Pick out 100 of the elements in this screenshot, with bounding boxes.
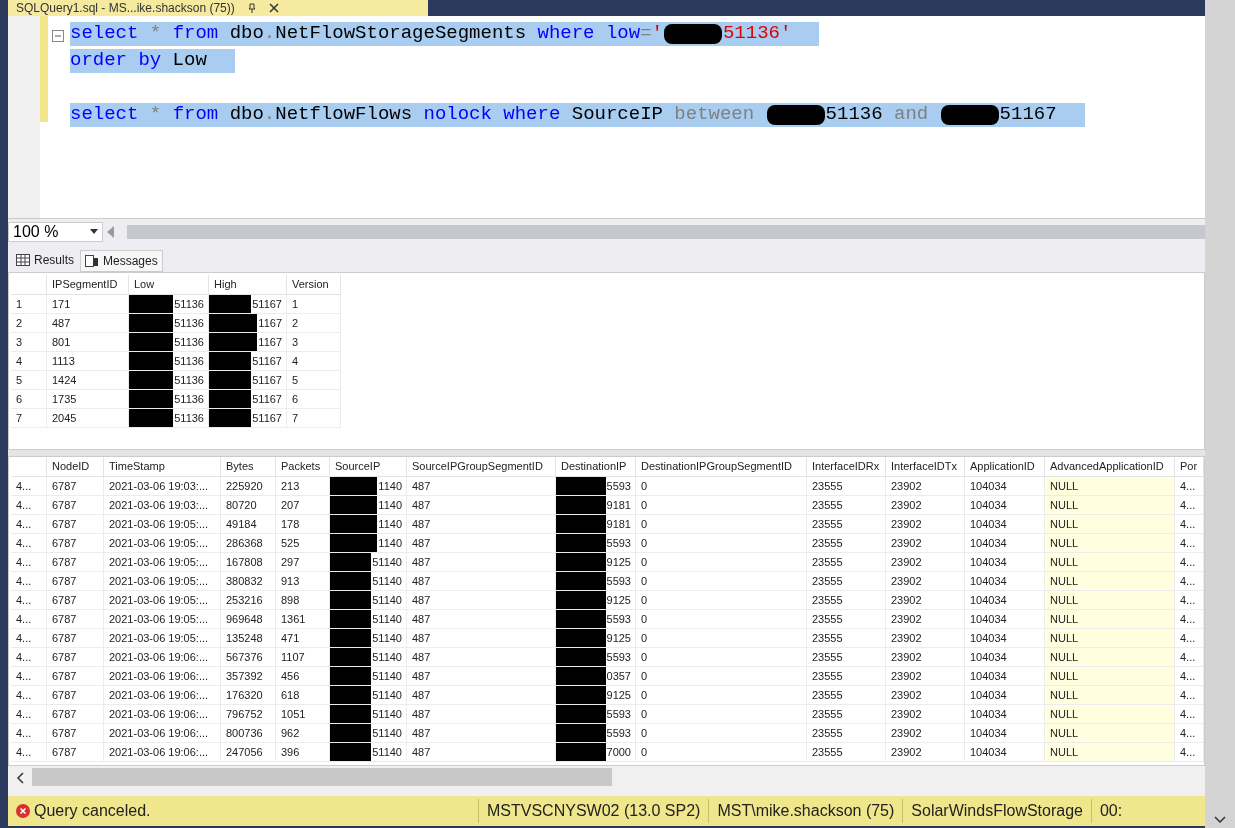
table-cell-text: 51140 bbox=[372, 649, 402, 665]
table-cell-text: 487 bbox=[412, 573, 431, 589]
table-cell-text: 6787 bbox=[52, 706, 77, 722]
close-icon[interactable] bbox=[268, 3, 279, 13]
table-cell-text: 4... bbox=[1180, 668, 1196, 684]
column-header[interactable]: InterfaceIDRx bbox=[807, 457, 886, 477]
table-cell-text: 1140 bbox=[378, 497, 402, 513]
table-cell-text: 487 bbox=[412, 592, 431, 608]
table-cell-text: 487 bbox=[412, 497, 431, 513]
table-cell-text: 225920 bbox=[226, 478, 263, 494]
table-cell-text: 487 bbox=[412, 516, 431, 532]
table-cell-text: 1140 bbox=[378, 516, 402, 532]
row-number: 6 bbox=[16, 391, 23, 407]
table-cell-text: 9181 bbox=[606, 516, 631, 532]
table-cell-text: 6787 bbox=[52, 497, 77, 513]
pin-icon[interactable] bbox=[246, 3, 257, 13]
scroll-left-icon[interactable] bbox=[16, 772, 24, 784]
table-cell-text: 135248 bbox=[226, 630, 263, 646]
table-cell-text: 6787 bbox=[52, 573, 77, 589]
code-token: Low bbox=[171, 48, 207, 74]
table-cell-text: 4... bbox=[1180, 706, 1196, 722]
chevron-down-icon[interactable] bbox=[1214, 816, 1226, 824]
row-number: 4... bbox=[16, 630, 32, 646]
column-header[interactable]: NodeID bbox=[47, 457, 104, 477]
collapse-icon[interactable] bbox=[52, 30, 64, 42]
table-cell-text: 1424 bbox=[52, 372, 77, 388]
table-cell-text: 51167 bbox=[252, 410, 282, 426]
table-cell-text: 23902 bbox=[891, 668, 922, 684]
row-number: 4... bbox=[16, 649, 32, 665]
table-cell-text: 0 bbox=[641, 554, 648, 570]
table-cell-text: 171 bbox=[52, 296, 71, 312]
row-number: 3 bbox=[16, 334, 23, 350]
table-cell-text: 0 bbox=[641, 668, 648, 684]
column-header[interactable]: Bytes bbox=[221, 457, 276, 477]
table-cell-text: 80720 bbox=[226, 497, 257, 513]
table-cell-text: 51167 bbox=[252, 391, 282, 407]
redaction-mark bbox=[209, 390, 252, 408]
column-header[interactable]: DestinationIPGroupSegmentID bbox=[636, 457, 807, 477]
code-token: ' bbox=[651, 21, 663, 47]
table-cell-text: 51140 bbox=[372, 687, 402, 703]
column-header[interactable]: IPSegmentID bbox=[47, 275, 129, 295]
redaction-mark bbox=[766, 104, 825, 125]
table-cell-text: NULL bbox=[1050, 573, 1079, 589]
table-cell-text: 23902 bbox=[891, 725, 922, 741]
row-number: 5 bbox=[16, 372, 23, 388]
table-cell-text: 913 bbox=[281, 573, 300, 589]
table-cell-text: NULL bbox=[1050, 516, 1079, 532]
table-cell-text: 4... bbox=[1180, 497, 1196, 513]
scrollbar-thumb[interactable] bbox=[32, 768, 612, 786]
row-number: 4... bbox=[16, 744, 32, 760]
table-cell-text: 9181 bbox=[606, 497, 631, 513]
row-number: 4... bbox=[16, 573, 32, 589]
redaction-mark bbox=[556, 496, 606, 514]
error-icon bbox=[16, 804, 30, 818]
table-cell-text: 51136 bbox=[174, 353, 204, 369]
code-editor[interactable]: select * from dbo.NetFlowStorageSegments where low=' 51136' order by Low select * from dbo.NetflowFlows nolock where SourceIP between 51136 and 51167 bbox=[8, 16, 1205, 218]
table-cell-text: 487 bbox=[412, 725, 431, 741]
table-cell-text: 23902 bbox=[891, 497, 922, 513]
results-tab[interactable]: Messages bbox=[80, 250, 163, 272]
table-cell-text: NULL bbox=[1050, 611, 1079, 627]
table-cell-text: 618 bbox=[281, 687, 300, 703]
column-header[interactable]: SourceIPGroupSegmentID bbox=[407, 457, 556, 477]
table-cell-text: 487 bbox=[412, 649, 431, 665]
table-cell-text: 104034 bbox=[970, 744, 1007, 760]
table-cell-text: NULL bbox=[1050, 744, 1079, 760]
row-number: 4... bbox=[16, 478, 32, 494]
code-token: . bbox=[263, 21, 276, 47]
column-header[interactable]: ApplicationID bbox=[965, 457, 1045, 477]
table-cell-text: 0 bbox=[641, 611, 648, 627]
table-cell-text: 2021-03-06 19:06:... bbox=[109, 668, 209, 684]
table-cell-text: 525 bbox=[281, 535, 300, 551]
table-cell-text: 456 bbox=[281, 668, 300, 684]
table-cell-text: 4... bbox=[1180, 649, 1196, 665]
table-cell-text: 0357 bbox=[606, 668, 631, 684]
table-cell-text: 247056 bbox=[226, 744, 263, 760]
redaction-mark bbox=[129, 371, 174, 389]
column-header[interactable]: TimeStamp bbox=[104, 457, 221, 477]
table-cell-text: 4... bbox=[1180, 687, 1196, 703]
scrollbar-thumb[interactable] bbox=[127, 224, 1205, 239]
redaction-mark bbox=[556, 553, 606, 571]
table-cell-text: 23555 bbox=[812, 497, 843, 513]
document-tab[interactable]: SQLQuery1.sql - MS...ike.shackson (75)) bbox=[8, 0, 428, 16]
column-header[interactable]: InterfaceIDTx bbox=[886, 457, 965, 477]
column-header[interactable]: Por bbox=[1175, 457, 1204, 477]
table-cell-text: 2021-03-06 19:06:... bbox=[109, 706, 209, 722]
zoom-dropdown[interactable]: 100 % bbox=[8, 221, 103, 242]
table-cell-text: 2021-03-06 19:06:... bbox=[109, 687, 209, 703]
grid-icon bbox=[16, 254, 30, 266]
tab-title: SQLQuery1.sql - MS...ike.shackson (75)) bbox=[16, 2, 235, 14]
table-cell-text: 6787 bbox=[52, 478, 77, 494]
table-cell-text: 9125 bbox=[606, 554, 631, 570]
code-token: * bbox=[148, 102, 163, 128]
table-cell-text: 4... bbox=[1180, 573, 1196, 589]
column-header[interactable]: Version bbox=[287, 275, 341, 295]
horizontal-scrollbar[interactable] bbox=[8, 766, 1205, 796]
code-token: dbo bbox=[228, 21, 264, 47]
redaction-mark bbox=[129, 352, 174, 370]
table-cell-text: 800736 bbox=[226, 725, 263, 741]
table-cell-text: 6787 bbox=[52, 535, 77, 551]
column-header[interactable]: Packets bbox=[276, 457, 330, 477]
